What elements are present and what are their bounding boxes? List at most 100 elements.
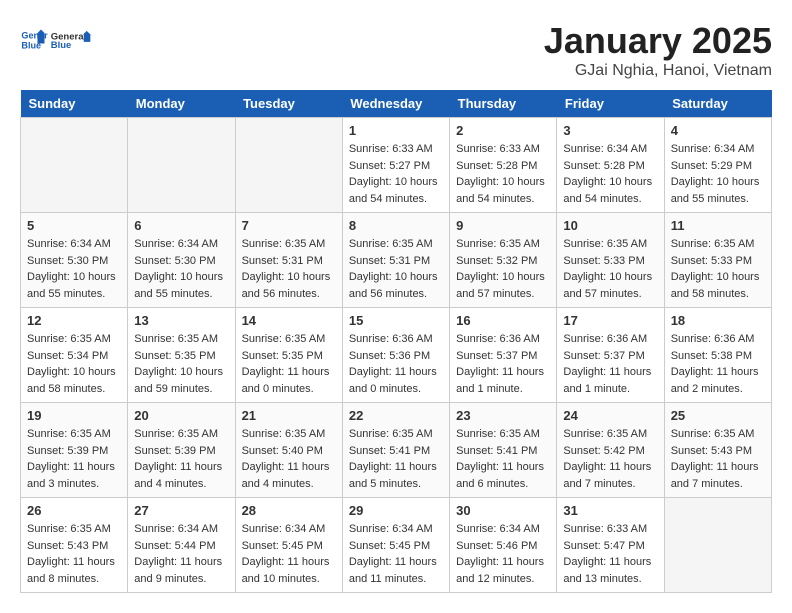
calendar-cell: 26 Sunrise: 6:35 AMSunset: 5:43 PMDaylig… [21, 498, 128, 593]
day-info: Sunrise: 6:34 AMSunset: 5:30 PMDaylight:… [134, 236, 228, 302]
calendar-cell: 2 Sunrise: 6:33 AMSunset: 5:28 PMDayligh… [450, 118, 557, 213]
day-info: Sunrise: 6:34 AMSunset: 5:44 PMDaylight:… [134, 521, 228, 587]
day-number: 2 [456, 123, 550, 138]
day-number: 21 [242, 408, 336, 423]
day-number: 18 [671, 313, 765, 328]
day-number: 25 [671, 408, 765, 423]
day-number: 15 [349, 313, 443, 328]
day-info: Sunrise: 6:33 AMSunset: 5:28 PMDaylight:… [456, 141, 550, 207]
day-info: Sunrise: 6:34 AMSunset: 5:30 PMDaylight:… [27, 236, 121, 302]
calendar-cell: 25 Sunrise: 6:35 AMSunset: 5:43 PMDaylig… [664, 403, 771, 498]
day-info: Sunrise: 6:35 AMSunset: 5:40 PMDaylight:… [242, 426, 336, 492]
weekday-header-friday: Friday [557, 90, 664, 118]
calendar-cell [235, 118, 342, 213]
day-info: Sunrise: 6:35 AMSunset: 5:41 PMDaylight:… [349, 426, 443, 492]
day-info: Sunrise: 6:35 AMSunset: 5:33 PMDaylight:… [563, 236, 657, 302]
calendar-cell: 27 Sunrise: 6:34 AMSunset: 5:44 PMDaylig… [128, 498, 235, 593]
day-number: 29 [349, 503, 443, 518]
day-number: 9 [456, 218, 550, 233]
calendar-cell: 23 Sunrise: 6:35 AMSunset: 5:41 PMDaylig… [450, 403, 557, 498]
day-info: Sunrise: 6:35 AMSunset: 5:35 PMDaylight:… [242, 331, 336, 397]
logo: General Blue General Blue [20, 20, 94, 60]
day-number: 17 [563, 313, 657, 328]
day-number: 6 [134, 218, 228, 233]
day-number: 1 [349, 123, 443, 138]
day-number: 12 [27, 313, 121, 328]
day-info: Sunrise: 6:35 AMSunset: 5:39 PMDaylight:… [27, 426, 121, 492]
calendar-week-1: 1 Sunrise: 6:33 AMSunset: 5:27 PMDayligh… [21, 118, 772, 213]
page-header: General Blue General Blue January 2025 G… [20, 20, 772, 80]
day-info: Sunrise: 6:36 AMSunset: 5:36 PMDaylight:… [349, 331, 443, 397]
day-info: Sunrise: 6:35 AMSunset: 5:39 PMDaylight:… [134, 426, 228, 492]
calendar-cell: 4 Sunrise: 6:34 AMSunset: 5:29 PMDayligh… [664, 118, 771, 213]
calendar-cell: 11 Sunrise: 6:35 AMSunset: 5:33 PMDaylig… [664, 213, 771, 308]
day-number: 19 [27, 408, 121, 423]
day-info: Sunrise: 6:35 AMSunset: 5:31 PMDaylight:… [349, 236, 443, 302]
calendar-cell: 28 Sunrise: 6:34 AMSunset: 5:45 PMDaylig… [235, 498, 342, 593]
day-info: Sunrise: 6:35 AMSunset: 5:32 PMDaylight:… [456, 236, 550, 302]
day-info: Sunrise: 6:35 AMSunset: 5:33 PMDaylight:… [671, 236, 765, 302]
day-number: 22 [349, 408, 443, 423]
day-info: Sunrise: 6:35 AMSunset: 5:41 PMDaylight:… [456, 426, 550, 492]
calendar-cell: 6 Sunrise: 6:34 AMSunset: 5:30 PMDayligh… [128, 213, 235, 308]
day-info: Sunrise: 6:35 AMSunset: 5:34 PMDaylight:… [27, 331, 121, 397]
calendar-cell: 18 Sunrise: 6:36 AMSunset: 5:38 PMDaylig… [664, 308, 771, 403]
calendar-cell: 15 Sunrise: 6:36 AMSunset: 5:36 PMDaylig… [342, 308, 449, 403]
day-number: 4 [671, 123, 765, 138]
day-info: Sunrise: 6:34 AMSunset: 5:28 PMDaylight:… [563, 141, 657, 207]
calendar-cell: 24 Sunrise: 6:35 AMSunset: 5:42 PMDaylig… [557, 403, 664, 498]
calendar-cell [128, 118, 235, 213]
day-number: 26 [27, 503, 121, 518]
day-number: 11 [671, 218, 765, 233]
weekday-header-thursday: Thursday [450, 90, 557, 118]
weekday-header-saturday: Saturday [664, 90, 771, 118]
weekday-header-wednesday: Wednesday [342, 90, 449, 118]
calendar-cell: 22 Sunrise: 6:35 AMSunset: 5:41 PMDaylig… [342, 403, 449, 498]
calendar-cell: 30 Sunrise: 6:34 AMSunset: 5:46 PMDaylig… [450, 498, 557, 593]
calendar-cell: 21 Sunrise: 6:35 AMSunset: 5:40 PMDaylig… [235, 403, 342, 498]
month-title: January 2025 [544, 20, 772, 62]
day-info: Sunrise: 6:36 AMSunset: 5:37 PMDaylight:… [456, 331, 550, 397]
day-number: 23 [456, 408, 550, 423]
day-number: 28 [242, 503, 336, 518]
calendar-cell: 1 Sunrise: 6:33 AMSunset: 5:27 PMDayligh… [342, 118, 449, 213]
day-info: Sunrise: 6:35 AMSunset: 5:42 PMDaylight:… [563, 426, 657, 492]
day-number: 24 [563, 408, 657, 423]
calendar-week-5: 26 Sunrise: 6:35 AMSunset: 5:43 PMDaylig… [21, 498, 772, 593]
calendar-cell: 20 Sunrise: 6:35 AMSunset: 5:39 PMDaylig… [128, 403, 235, 498]
calendar-table: SundayMondayTuesdayWednesdayThursdayFrid… [20, 90, 772, 593]
day-number: 20 [134, 408, 228, 423]
calendar-cell: 16 Sunrise: 6:36 AMSunset: 5:37 PMDaylig… [450, 308, 557, 403]
calendar-cell: 7 Sunrise: 6:35 AMSunset: 5:31 PMDayligh… [235, 213, 342, 308]
calendar-cell: 5 Sunrise: 6:34 AMSunset: 5:30 PMDayligh… [21, 213, 128, 308]
weekday-header-sunday: Sunday [21, 90, 128, 118]
day-number: 3 [563, 123, 657, 138]
calendar-cell: 19 Sunrise: 6:35 AMSunset: 5:39 PMDaylig… [21, 403, 128, 498]
weekday-header-row: SundayMondayTuesdayWednesdayThursdayFrid… [21, 90, 772, 118]
day-info: Sunrise: 6:34 AMSunset: 5:29 PMDaylight:… [671, 141, 765, 207]
weekday-header-monday: Monday [128, 90, 235, 118]
logo-icon: General Blue [20, 26, 48, 54]
calendar-cell: 31 Sunrise: 6:33 AMSunset: 5:47 PMDaylig… [557, 498, 664, 593]
day-info: Sunrise: 6:36 AMSunset: 5:37 PMDaylight:… [563, 331, 657, 397]
calendar-cell: 29 Sunrise: 6:34 AMSunset: 5:45 PMDaylig… [342, 498, 449, 593]
calendar-cell [21, 118, 128, 213]
calendar-cell: 3 Sunrise: 6:34 AMSunset: 5:28 PMDayligh… [557, 118, 664, 213]
weekday-header-tuesday: Tuesday [235, 90, 342, 118]
day-info: Sunrise: 6:34 AMSunset: 5:45 PMDaylight:… [349, 521, 443, 587]
day-number: 30 [456, 503, 550, 518]
day-info: Sunrise: 6:34 AMSunset: 5:46 PMDaylight:… [456, 521, 550, 587]
day-info: Sunrise: 6:33 AMSunset: 5:47 PMDaylight:… [563, 521, 657, 587]
day-info: Sunrise: 6:35 AMSunset: 5:43 PMDaylight:… [27, 521, 121, 587]
day-info: Sunrise: 6:36 AMSunset: 5:38 PMDaylight:… [671, 331, 765, 397]
day-number: 31 [563, 503, 657, 518]
svg-text:Blue: Blue [51, 40, 72, 51]
day-number: 10 [563, 218, 657, 233]
day-number: 13 [134, 313, 228, 328]
calendar-cell: 12 Sunrise: 6:35 AMSunset: 5:34 PMDaylig… [21, 308, 128, 403]
day-number: 14 [242, 313, 336, 328]
calendar-week-2: 5 Sunrise: 6:34 AMSunset: 5:30 PMDayligh… [21, 213, 772, 308]
calendar-cell [664, 498, 771, 593]
day-number: 27 [134, 503, 228, 518]
day-info: Sunrise: 6:33 AMSunset: 5:27 PMDaylight:… [349, 141, 443, 207]
